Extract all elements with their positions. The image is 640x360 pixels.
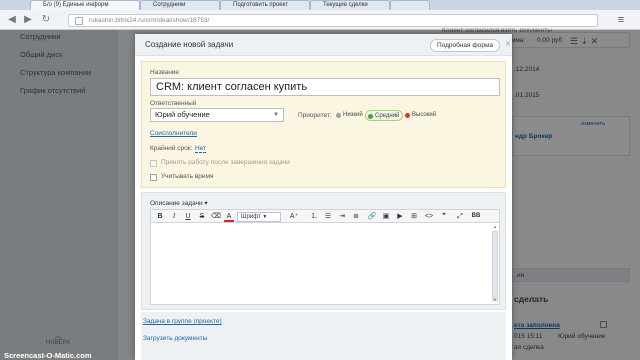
responsible-value: Юрий обучение — [155, 110, 210, 119]
description-label-text: Описание задачи — [150, 200, 203, 207]
browser-menu-icon[interactable]: ≡ — [614, 14, 628, 26]
priority-medium[interactable]: Средний — [365, 110, 404, 121]
page-icon — [75, 17, 83, 25]
table-icon[interactable]: ⊞ — [409, 211, 419, 222]
accept-after-label: Принять работу после завершения задачи — [161, 159, 290, 166]
quote-icon[interactable]: ❞ — [439, 211, 449, 222]
track-time-label: Учитывать время — [161, 173, 214, 180]
bbcode-icon[interactable]: BB — [471, 211, 481, 222]
url-text: rukashin.bitrix24.ru/crm/deal/show/18753… — [89, 17, 210, 24]
upload-documents-link[interactable]: Загрузить документы — [143, 335, 207, 342]
dialog-header: Создание новой задачи Подробная форма ✕ — [135, 34, 512, 56]
chevron-down-icon: ▼ — [273, 112, 279, 118]
tab-label: Сотрудники — [153, 2, 186, 8]
editor-toolbar: B I U S ⌫ A Шрифт ▼ A⁺ ⒈ ☰ ⇥ ≣ 🔗 ▣ ▶ ⊞ <… — [150, 209, 500, 223]
tab-label: Б/о (9) Единые информ — [43, 2, 109, 8]
browser-tab[interactable]: Сотрудники — [140, 0, 220, 10]
bold-icon[interactable]: B — [155, 211, 165, 222]
browser-new-tab[interactable] — [390, 0, 430, 10]
indent-icon[interactable]: ⇥ — [337, 211, 347, 222]
tab-label: Подготовить проект — [233, 2, 289, 8]
link-icon[interactable]: 🔗 — [367, 211, 377, 222]
priority-label: Приоритет: — [298, 112, 332, 119]
responsible-select[interactable]: Юрий обучение ▼ — [150, 108, 284, 122]
task-title-input[interactable]: CRM: клиент согласен купить — [150, 78, 500, 96]
group-project-link[interactable]: Задача в группе (проекте) — [143, 318, 222, 325]
scroll-up-icon[interactable]: ▲ — [492, 224, 498, 230]
video-icon[interactable]: ▶ — [395, 211, 405, 222]
font-size-icon[interactable]: A⁺ — [287, 211, 301, 222]
priority-dot-icon — [368, 114, 373, 119]
back-icon[interactable]: ◀ — [6, 14, 18, 26]
dialog-footer-links: Задача в группе (проекте) Загрузить доку… — [141, 312, 506, 360]
editor-scrollbar[interactable] — [492, 231, 498, 301]
priority-medium-label: Средний — [375, 113, 400, 119]
watermark: Screencast-O-Matic.com — [4, 351, 92, 360]
ordered-list-icon[interactable]: ⒈ — [309, 211, 319, 222]
priority-high[interactable]: Высокий — [403, 110, 439, 121]
priority-high-label: Высокий — [412, 112, 437, 118]
fullscreen-icon[interactable]: ⤢ — [455, 211, 465, 222]
co-executors-link[interactable]: Соисполнители — [150, 130, 197, 137]
name-label: Название — [150, 69, 180, 76]
dialog-title: Создание новой задачи — [145, 40, 234, 49]
forward-icon[interactable]: ▶ — [22, 14, 34, 26]
reload-icon[interactable]: ↻ — [40, 14, 52, 26]
scroll-down-icon[interactable]: ▼ — [492, 297, 498, 303]
color-icon[interactable]: A — [224, 211, 234, 222]
align-icon[interactable]: ≣ — [351, 211, 361, 222]
priority-dot-icon — [336, 113, 341, 118]
url-input[interactable]: rukashin.bitrix24.ru/crm/deal/show/18753… — [68, 14, 598, 27]
deadline-link[interactable]: Нет — [195, 145, 207, 153]
browser-tab[interactable]: Б/о (9) Единые информ — [30, 0, 140, 10]
unordered-list-icon[interactable]: ☰ — [323, 211, 333, 222]
browser-tab-strip: Б/о (9) Единые информ Сотрудники Подгото… — [0, 0, 640, 10]
description-editor[interactable]: ▲ ▼ — [150, 223, 500, 305]
new-task-dialog: Создание новой задачи Подробная форма ✕ … — [135, 34, 512, 360]
priority-low-label: Низкий — [343, 112, 363, 118]
accept-after-checkbox[interactable] — [150, 160, 157, 167]
tab-label: Текущие сделки — [323, 2, 368, 8]
full-form-button[interactable]: Подробная форма — [430, 39, 500, 52]
deadline-label: Крайний срок: — [150, 145, 193, 152]
browser-tab[interactable]: Подготовить проект — [220, 0, 310, 10]
priority-low[interactable]: Низкий — [334, 110, 366, 121]
browser-tab[interactable]: Текущие сделки — [310, 0, 390, 10]
strike-icon[interactable]: S — [197, 211, 207, 222]
image-icon[interactable]: ▣ — [381, 211, 391, 222]
font-select[interactable]: Шрифт ▼ — [237, 212, 281, 222]
description-label[interactable]: Описание задачи ▾ — [150, 199, 208, 207]
underline-icon[interactable]: U — [183, 211, 193, 222]
track-time-checkbox[interactable] — [150, 174, 157, 181]
close-icon[interactable]: ✕ — [505, 40, 511, 48]
remove-format-icon[interactable]: ⌫ — [211, 211, 221, 222]
description-section: Описание задачи ▾ B I U S ⌫ A Шрифт ▼ A⁺… — [141, 192, 506, 310]
responsible-label: Ответственный — [150, 100, 197, 107]
italic-icon[interactable]: I — [169, 211, 179, 222]
priority-dot-icon — [405, 113, 410, 118]
code-icon[interactable]: <> — [423, 211, 435, 222]
task-form: Название CRM: клиент согласен купить Отв… — [141, 61, 506, 188]
chevron-down-icon: ▼ — [262, 214, 268, 220]
font-select-value: Шрифт — [241, 214, 261, 220]
